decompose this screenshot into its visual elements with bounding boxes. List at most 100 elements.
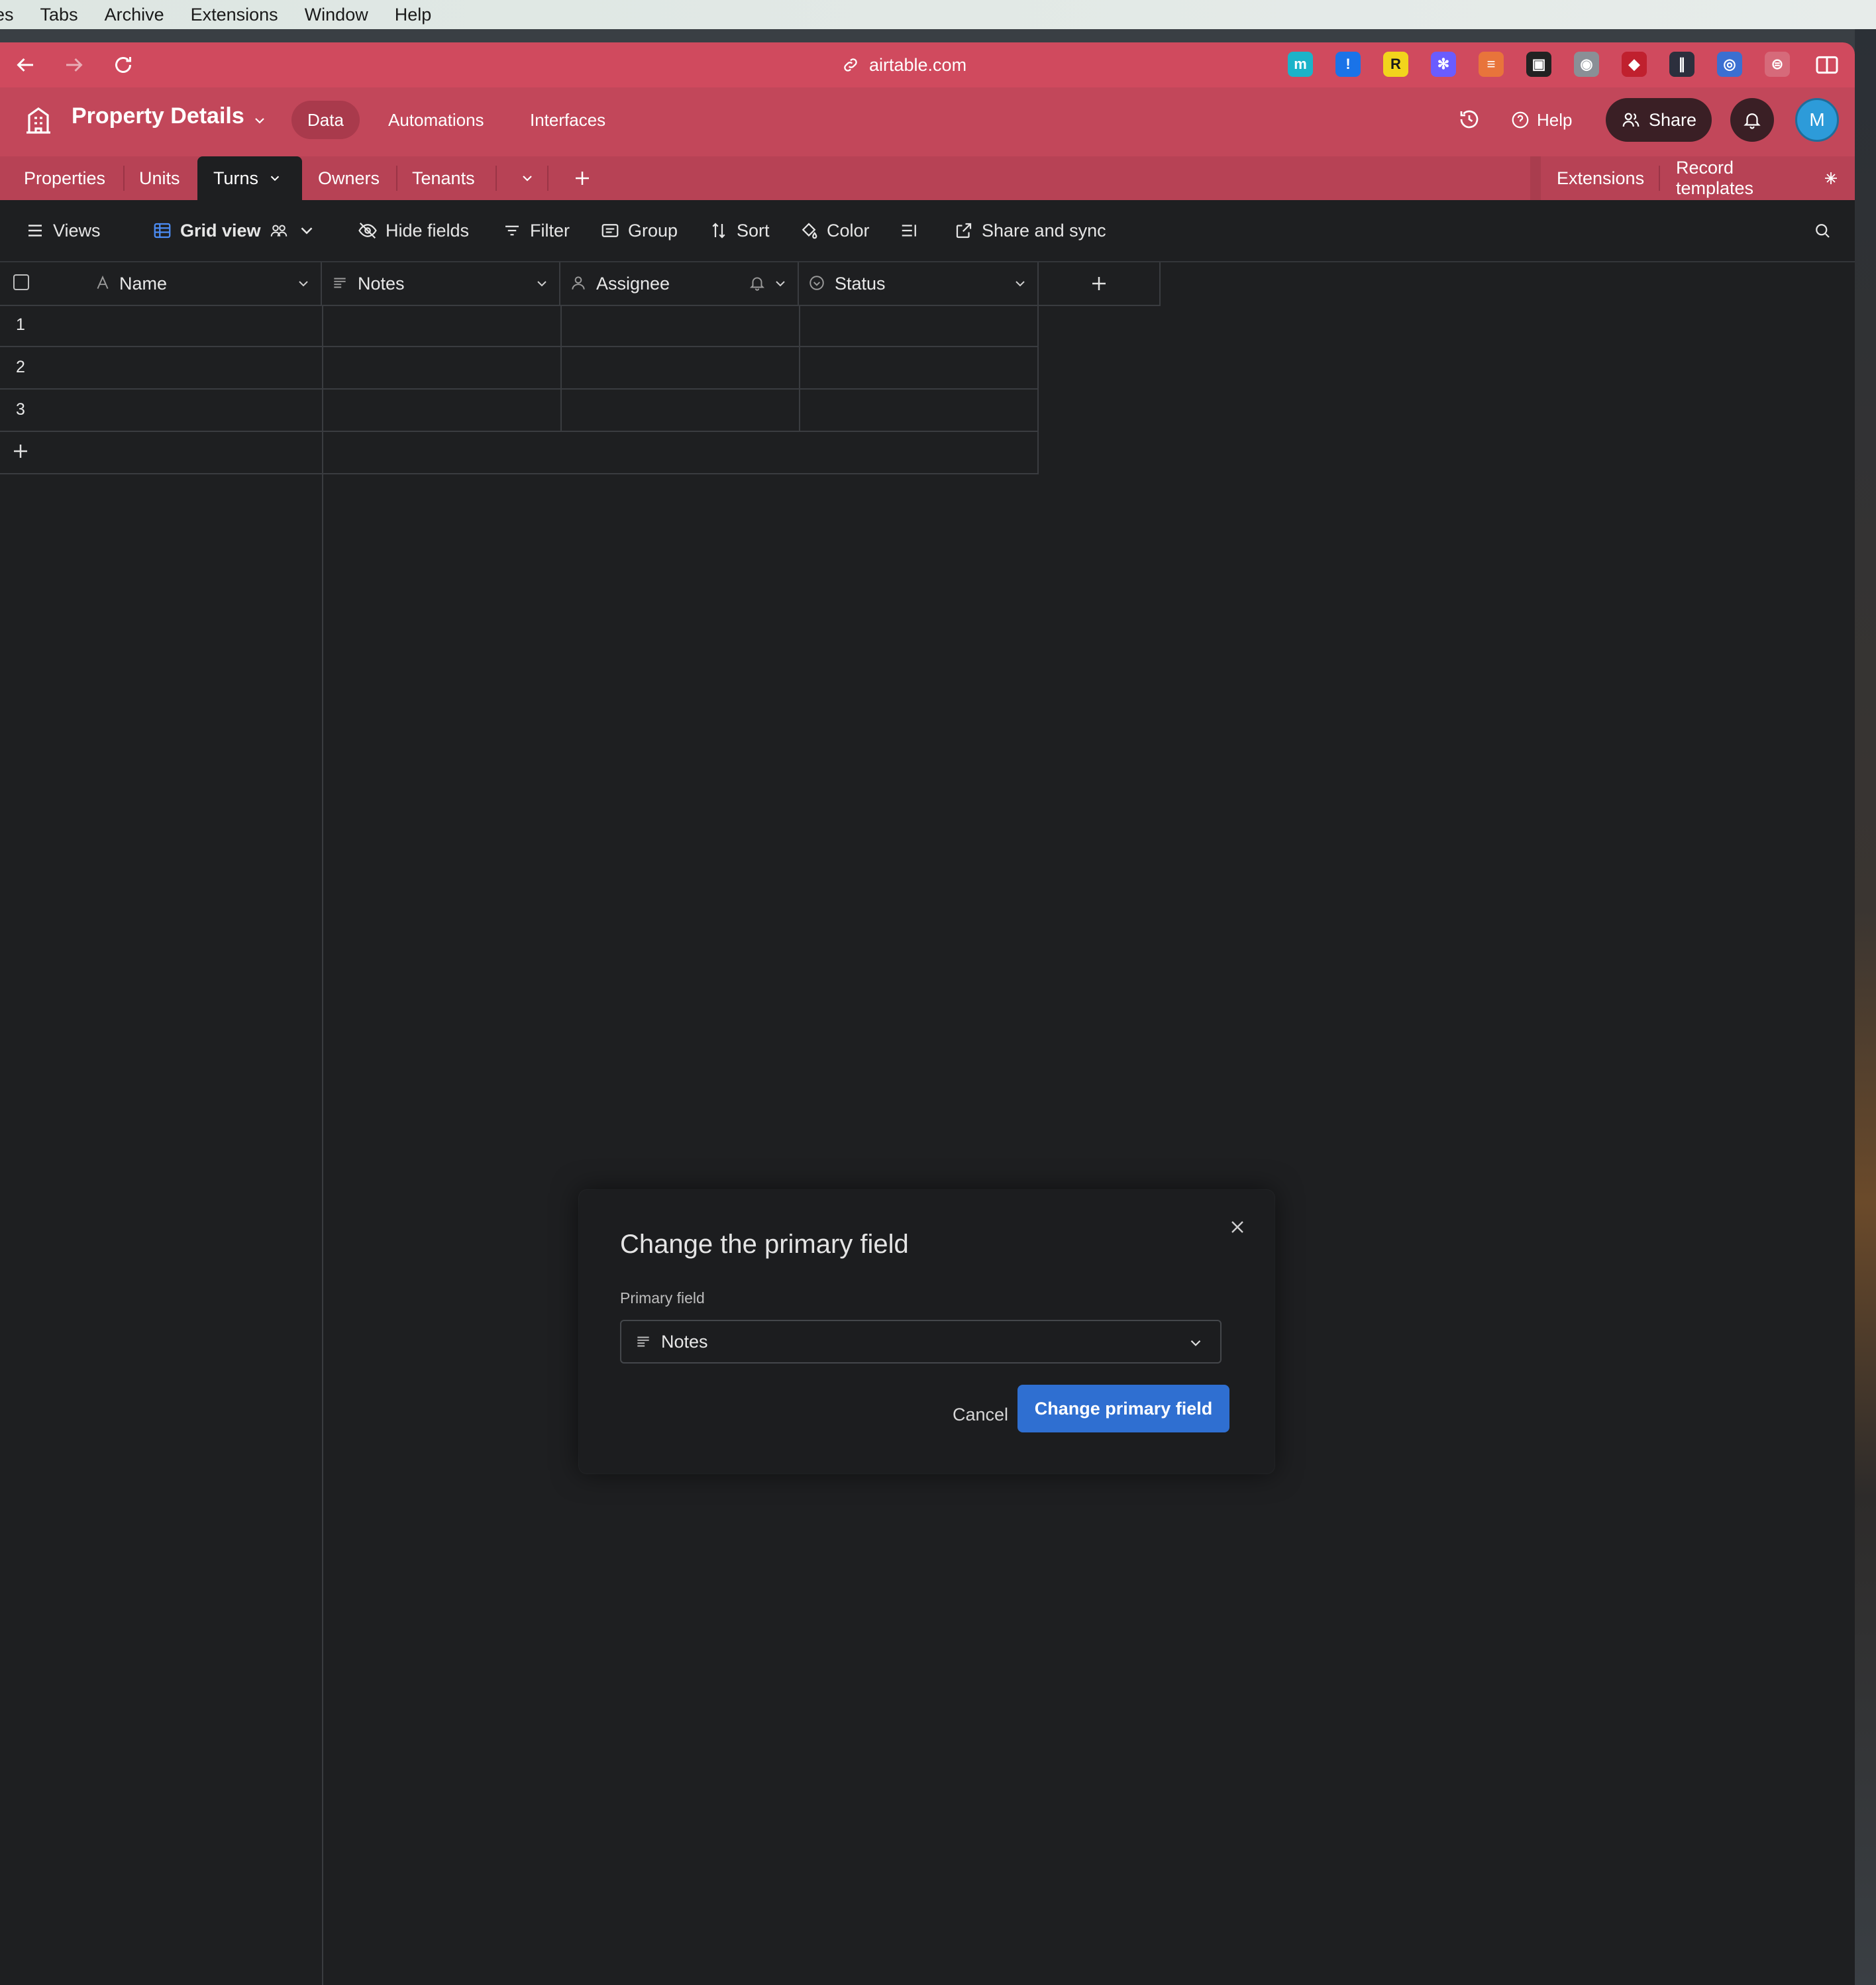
views-label: Views [53, 220, 101, 241]
share-and-sync-button[interactable]: Share and sync [954, 200, 1106, 261]
column-divider [1037, 305, 1039, 474]
sidebar-toggle-icon[interactable] [1814, 52, 1840, 78]
image-extension-icon[interactable]: ▣ [1526, 52, 1551, 77]
chevron-down-icon[interactable] [534, 276, 550, 292]
column-header-assignee[interactable]: Assignee [560, 262, 799, 305]
filter-button[interactable]: Filter [502, 200, 570, 261]
table-tab-bar: Properties Units Turns Owners Tenants Ex… [0, 156, 1855, 200]
menu-item-archive[interactable]: Archive [91, 5, 178, 25]
primary-field-select[interactable]: Notes [620, 1320, 1222, 1364]
target-extension-icon[interactable]: ◎ [1717, 52, 1742, 77]
dialog-title: Change the primary field [620, 1230, 909, 1259]
more-tables-chevron-icon[interactable] [503, 156, 551, 200]
tab-divider [547, 166, 548, 191]
table-row[interactable]: 2 [0, 347, 1039, 390]
record-templates-button[interactable]: Record templates [1660, 156, 1855, 200]
column-name-label: Name [119, 273, 168, 294]
column-header-status[interactable]: Status [799, 262, 1039, 305]
sort-button[interactable]: Sort [709, 200, 770, 261]
sort-icon [709, 221, 729, 241]
pen-extension-icon[interactable]: ∥ [1669, 52, 1694, 77]
color-button[interactable]: Color [799, 200, 870, 261]
table-tab-turns[interactable]: Turns [197, 156, 302, 200]
notifications-button[interactable] [1730, 98, 1774, 142]
select-all-checkbox[interactable] [13, 274, 29, 290]
change-primary-field-dialog: Change the primary field Primary field N… [579, 1190, 1275, 1474]
grid-icon [152, 221, 172, 241]
plus-icon [1089, 274, 1109, 294]
column-header-notes[interactable]: Notes [322, 262, 560, 305]
primary-column-area [0, 305, 322, 1985]
sort-label: Sort [737, 220, 770, 241]
primary-field-label: Primary field [620, 1289, 705, 1307]
base-name[interactable]: Property Details [72, 103, 244, 129]
chevron-down-icon[interactable] [772, 276, 788, 292]
group-button[interactable]: Group [600, 200, 678, 261]
cancel-button[interactable]: Cancel [941, 1391, 1020, 1438]
help-button[interactable]: Help [1510, 101, 1572, 139]
menu-item-tabs[interactable]: Tabs [27, 5, 91, 25]
chevron-down-icon[interactable] [297, 221, 317, 241]
primary-column-divider [322, 305, 323, 1985]
building-icon[interactable] [23, 105, 54, 136]
row-number: 1 [16, 315, 25, 334]
shield-extension-icon[interactable]: ◆ [1622, 52, 1647, 77]
table-tab-owners[interactable]: Owners [302, 156, 395, 200]
bell-icon[interactable] [749, 274, 766, 292]
r-extension-icon[interactable]: R [1383, 52, 1408, 77]
add-field-button[interactable] [1039, 262, 1161, 305]
chevron-down-icon[interactable] [252, 113, 268, 129]
camera-extension-icon[interactable]: ◉ [1574, 52, 1599, 77]
data-grid: Name Notes Assignee Status 1 2 3 [0, 262, 1855, 1985]
views-button[interactable]: Views [25, 200, 101, 261]
add-table-plus-icon[interactable] [556, 156, 608, 200]
row-height-icon[interactable] [900, 200, 919, 261]
column-notes-label: Notes [358, 273, 405, 294]
hide-fields-button[interactable]: Hide fields [358, 200, 469, 261]
back-arrow-icon[interactable] [13, 53, 37, 77]
table-row[interactable]: 1 [0, 305, 1039, 347]
chevron-down-icon[interactable] [1012, 276, 1028, 292]
table-row[interactable]: 3 [0, 390, 1039, 432]
change-primary-field-button[interactable]: Change primary field [1017, 1385, 1229, 1432]
question-circle-icon [1510, 110, 1530, 130]
menu-item-extensions[interactable]: Extensions [178, 5, 291, 25]
m-extension-icon[interactable]: m [1288, 52, 1313, 77]
todoist-icon[interactable]: ≡ [1479, 52, 1504, 77]
chevron-down-icon[interactable] [268, 171, 282, 186]
settings-extension-icon[interactable]: ⊜ [1765, 52, 1790, 77]
menu-item-partial[interactable]: es [0, 5, 27, 25]
external-link-icon [954, 221, 974, 241]
history-icon[interactable] [1457, 107, 1481, 131]
table-tab-units[interactable]: Units [123, 156, 196, 200]
table-tabs-right: Extensions Record templates [1541, 156, 1855, 200]
table-tabs-main: Properties Units Turns Owners Tenants [0, 156, 1530, 200]
extensions-button[interactable]: Extensions [1541, 156, 1660, 200]
menu-item-window[interactable]: Window [291, 5, 382, 25]
filter-icon [502, 221, 522, 241]
search-icon[interactable] [1812, 200, 1832, 261]
tab-data[interactable]: Data [291, 101, 360, 139]
reload-icon[interactable] [111, 53, 135, 77]
chevron-down-icon[interactable] [295, 276, 311, 292]
gear-extension-icon[interactable]: ✻ [1431, 52, 1456, 77]
password-manager-icon[interactable]: ! [1335, 52, 1361, 77]
share-label: Share [1648, 109, 1697, 130]
close-icon[interactable] [1227, 1216, 1248, 1238]
grid-view-button[interactable]: Grid view [152, 200, 317, 261]
tab-automations[interactable]: Automations [372, 101, 500, 139]
add-row-button[interactable] [0, 432, 1039, 474]
column-header-name[interactable]: Name [0, 262, 322, 305]
share-and-sync-label: Share and sync [982, 220, 1106, 241]
table-tab-properties[interactable]: Properties [8, 156, 121, 200]
filter-label: Filter [530, 220, 570, 241]
address-bar[interactable]: airtable.com [841, 52, 966, 78]
share-button[interactable]: Share [1606, 98, 1712, 142]
table-tab-tenants[interactable]: Tenants [396, 156, 491, 200]
tab-interfaces[interactable]: Interfaces [514, 101, 621, 139]
forward-arrow-icon[interactable] [62, 53, 86, 77]
avatar[interactable]: M [1795, 98, 1839, 142]
menu-item-help[interactable]: Help [382, 5, 445, 25]
record-templates-label: Record templates [1676, 158, 1754, 198]
long-text-icon [331, 274, 348, 292]
